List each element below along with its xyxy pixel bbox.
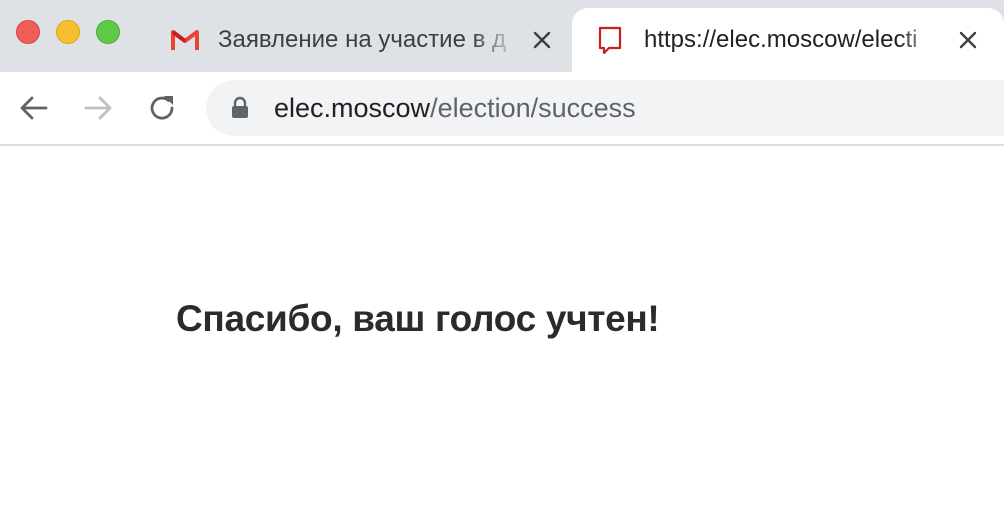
page-content: Спасибо, ваш голос учтен!	[0, 146, 1004, 516]
close-icon[interactable]	[956, 28, 980, 52]
browser-toolbar: elec.moscow/election/success	[0, 72, 1004, 146]
tab-title: https://elec.moscow/electi	[644, 26, 918, 53]
gmail-icon	[170, 26, 200, 54]
window-close-button[interactable]	[16, 20, 40, 44]
url-host: elec.moscow	[274, 93, 431, 123]
url-path: /election/success	[430, 93, 636, 123]
arrow-left-icon[interactable]	[18, 92, 50, 124]
close-icon[interactable]	[530, 28, 554, 52]
success-message: Спасибо, ваш голос учтен!	[176, 298, 660, 339]
tab-elec-moscow[interactable]: https://elec.moscow/electi	[572, 8, 1004, 72]
url-text[interactable]: elec.moscow/election/success	[274, 92, 636, 124]
tab-title: Заявление на участие в д	[218, 26, 507, 53]
window-maximize-button[interactable]	[96, 20, 120, 44]
lock-icon[interactable]	[230, 96, 250, 120]
tab-gmail[interactable]: Заявление на участие в д	[150, 8, 570, 72]
window-minimize-button[interactable]	[56, 20, 80, 44]
address-bar[interactable]: elec.moscow/election/success	[206, 80, 1004, 136]
arrow-right-icon[interactable]	[82, 92, 114, 124]
reload-icon[interactable]	[146, 92, 178, 124]
tab-strip: Заявление на участие в д https://elec.mo…	[0, 0, 1004, 72]
page-bookmark-icon	[596, 26, 626, 55]
